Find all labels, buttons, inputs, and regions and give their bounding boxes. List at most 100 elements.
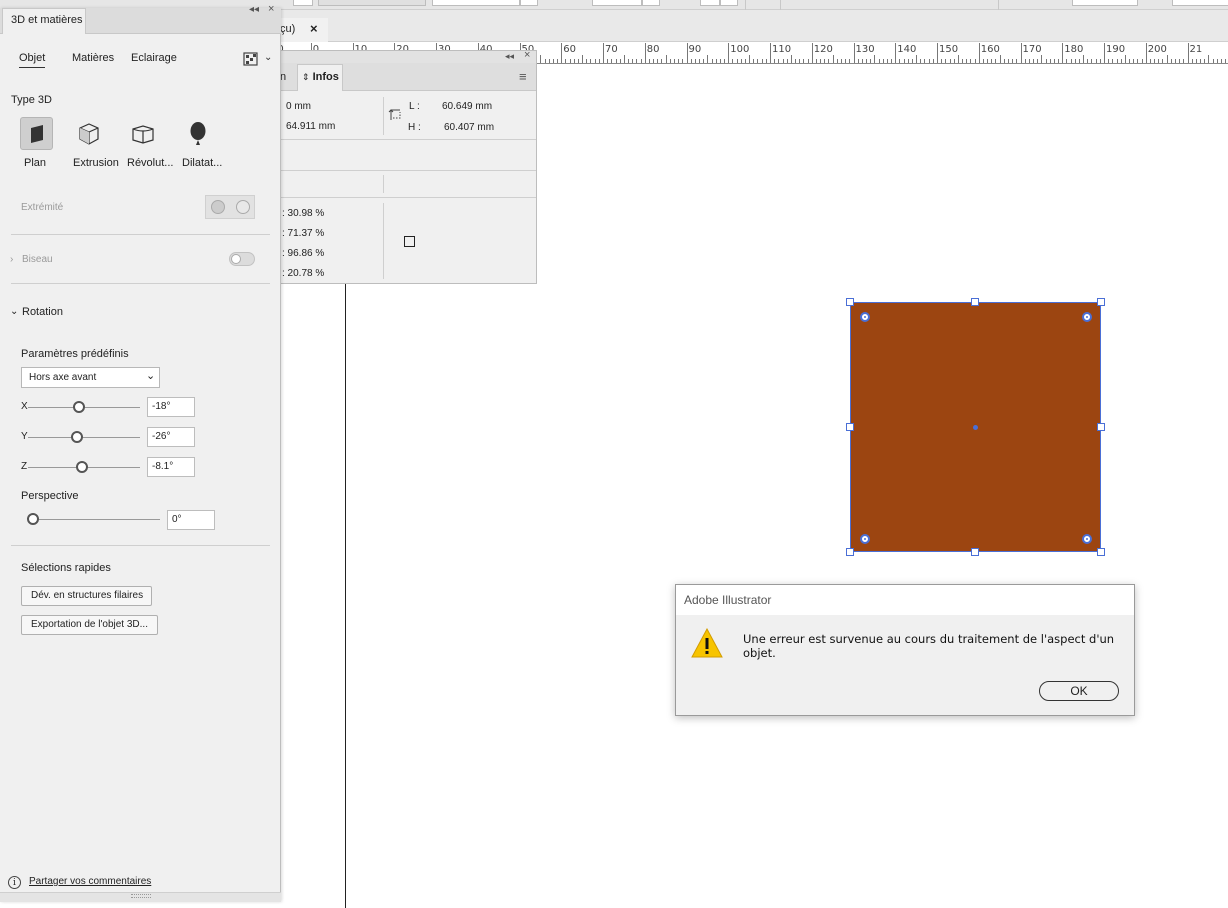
type-extrusion-button[interactable] <box>74 119 104 149</box>
collapse-icon[interactable]: ◂◂ <box>249 4 259 15</box>
infos-panel-header[interactable]: ◂◂ × <box>277 49 536 63</box>
export-3d-button[interactable]: Exportation de l'objet 3D... <box>21 615 158 635</box>
ruler-minor-tick <box>924 59 926 63</box>
type-inflate-button[interactable] <box>183 119 213 149</box>
tab-eclairage[interactable]: Eclairage <box>131 52 177 64</box>
selected-rectangle-artwork[interactable] <box>846 298 1105 556</box>
rotation-label[interactable]: Rotation <box>22 306 63 318</box>
control-field[interactable] <box>700 0 720 6</box>
control-field[interactable] <box>318 0 426 6</box>
dialog-title[interactable]: Adobe Illustrator <box>676 585 1134 615</box>
magenta-value: : 71.37 % <box>282 228 325 239</box>
type-plan-button[interactable] <box>20 117 53 150</box>
toggle-knob <box>231 254 241 264</box>
quick-selections-label: Sélections rapides <box>21 562 111 574</box>
collapse-icon[interactable]: ◂◂ <box>505 51 514 62</box>
perspective-slider-knob[interactable] <box>27 513 39 525</box>
ruler-minor-tick <box>1204 59 1206 63</box>
ruler-minor-tick <box>1033 59 1035 63</box>
control-field[interactable] <box>720 0 738 6</box>
ruler-minor-tick <box>640 59 642 63</box>
corner-widget[interactable] <box>860 312 870 322</box>
extremite-label: Extrémité <box>21 202 64 213</box>
control-field[interactable] <box>1172 0 1228 6</box>
ruler-minor-tick <box>1149 59 1151 63</box>
x-slider-knob[interactable] <box>73 401 85 413</box>
ruler-minor-tick <box>782 59 784 63</box>
ruler-minor-tick <box>586 59 588 63</box>
type-revolution-button[interactable] <box>128 119 158 149</box>
ok-button[interactable]: OK <box>1039 681 1119 701</box>
resize-handle[interactable] <box>1097 548 1105 556</box>
ruler-minor-tick <box>1129 59 1131 63</box>
ruler-minor-tick <box>1225 59 1227 63</box>
black-value: : 20.78 % <box>282 268 325 279</box>
resize-handle[interactable] <box>1097 298 1105 306</box>
close-icon[interactable]: × <box>524 49 530 61</box>
ruler-label: 110 <box>772 44 792 55</box>
resize-handle[interactable] <box>971 298 979 306</box>
z-slider-knob[interactable] <box>76 461 88 473</box>
control-field[interactable] <box>1072 0 1138 6</box>
corner-widget[interactable] <box>1082 312 1092 322</box>
close-icon[interactable]: × <box>268 3 274 15</box>
ruler-minor-tick <box>911 59 913 63</box>
cap-toggle-group[interactable] <box>205 195 255 219</box>
menu-icon[interactable]: ≡ <box>519 69 527 84</box>
z-axis-label: Z <box>21 461 28 472</box>
z-rotation-input[interactable]: -8.1° <box>147 457 195 477</box>
ruler-minor-tick <box>966 59 968 63</box>
corner-widget[interactable] <box>1082 534 1092 544</box>
control-field[interactable] <box>642 0 660 6</box>
cap-off-icon[interactable] <box>236 200 250 214</box>
cap-on-icon[interactable] <box>211 200 225 214</box>
ruler-minor-tick <box>970 59 972 63</box>
render-settings-icon[interactable] <box>243 52 259 69</box>
tab-infos[interactable]: ⇕ Infos <box>297 64 343 91</box>
type-inflate-label: Dilatat... <box>182 157 223 169</box>
y-rotation-input[interactable]: -26° <box>147 427 195 447</box>
chevron-right-icon[interactable]: › <box>10 254 13 265</box>
panel-resize-grip[interactable] <box>0 892 281 902</box>
chevron-down-icon[interactable]: ⌄ <box>10 306 18 317</box>
chevron-down-icon[interactable]: ⌄ <box>264 52 272 63</box>
perspective-input[interactable]: 0° <box>167 510 215 530</box>
close-icon[interactable]: × <box>310 21 318 36</box>
ruler-minor-tick <box>707 55 709 63</box>
ruler-label: 150 <box>939 44 959 55</box>
control-field[interactable] <box>592 0 642 6</box>
control-field[interactable] <box>432 0 520 6</box>
ruler-minor-tick <box>807 59 809 63</box>
perspective-slider-track[interactable] <box>30 519 160 520</box>
tab-matieres[interactable]: Matières <box>72 52 114 64</box>
x-rotation-input[interactable]: -18° <box>147 397 195 417</box>
ruler-minor-tick <box>928 59 930 63</box>
feedback-link[interactable]: Partager vos commentaires <box>29 876 151 887</box>
ruler-minor-tick <box>636 59 638 63</box>
type-revolution-label: Révolut... <box>127 157 174 169</box>
resize-handle[interactable] <box>971 548 979 556</box>
ruler-minor-tick <box>870 59 872 63</box>
y-slider-knob[interactable] <box>71 431 83 443</box>
tab-objet[interactable]: Objet <box>19 52 46 68</box>
control-field[interactable] <box>520 0 538 6</box>
ruler-label: 180 <box>1064 44 1084 55</box>
wireframe-button[interactable]: Dév. en structures filaires <box>21 586 152 606</box>
resize-handle[interactable] <box>846 423 854 431</box>
ruler-minor-tick <box>999 55 1001 63</box>
tab-infos-label: Infos <box>312 71 339 83</box>
ruler-minor-tick <box>1045 59 1047 63</box>
bevel-toggle[interactable] <box>229 252 255 266</box>
ruler-label: 90 <box>688 44 702 55</box>
control-field[interactable] <box>293 0 313 6</box>
y-slider-track[interactable] <box>28 437 140 438</box>
tab-3d-materials[interactable]: 3D et matières <box>2 8 86 34</box>
ruler-minor-tick <box>836 59 838 63</box>
panel-header[interactable]: 3D et matières ◂◂ × <box>0 3 281 34</box>
biseau-label: Biseau <box>22 254 53 265</box>
resize-handle[interactable] <box>846 548 854 556</box>
rotation-preset-select[interactable]: Hors axe avant ⌄ <box>21 367 160 388</box>
resize-handle[interactable] <box>1097 423 1105 431</box>
corner-widget[interactable] <box>860 534 870 544</box>
resize-handle[interactable] <box>846 298 854 306</box>
